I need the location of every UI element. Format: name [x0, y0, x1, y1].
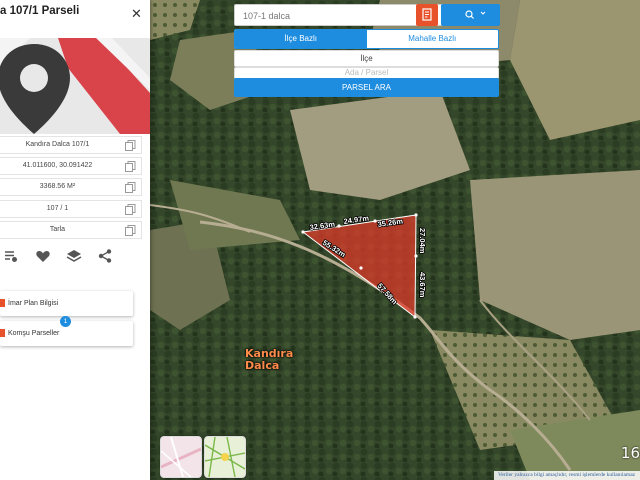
district-select[interactable]: İlçe: [234, 50, 499, 67]
info-area-text: 3368.56 M²: [39, 183, 76, 190]
copy-icon[interactable]: [125, 204, 136, 215]
zoning-plan-info-button[interactable]: İmar Plan Bilgisi: [0, 291, 133, 316]
info-location-text: Kandıra Dalca 107/1: [25, 141, 90, 148]
copy-icon[interactable]: [125, 225, 136, 236]
parcel-banner: [0, 38, 150, 134]
search-mode-tabs: İlçe Bazlı Mahalle Bazlı: [234, 29, 499, 49]
document-icon: [422, 8, 432, 21]
close-icon[interactable]: ✕: [131, 7, 142, 21]
parcel-map-icon: [205, 437, 245, 477]
action-bar: [0, 248, 150, 268]
info-coordinates-text: 41.011600, 30.091422: [22, 162, 93, 169]
info-row-coordinates: 41.011600, 30.091422: [0, 157, 142, 175]
layers-icon[interactable]: [66, 248, 82, 264]
parcel-info-panel: a 107/1 Parseli ✕ Kandıra Dalca 107/1 41…: [0, 0, 150, 480]
neighbor-parcels-button[interactable]: Komşu Parseller 1: [0, 316, 133, 346]
share-icon[interactable]: [97, 248, 113, 264]
place-label: Kandıra Dalca: [245, 348, 293, 372]
copy-icon[interactable]: [125, 182, 136, 193]
info-row-location: Kandıra Dalca 107/1: [0, 136, 142, 154]
copy-icon[interactable]: [125, 161, 136, 172]
info-block-parcel-text: 107 / 1: [46, 205, 69, 212]
tab-district-based[interactable]: İlçe Bazlı: [235, 30, 367, 48]
disclaimer-text: Veriler yalnızca bilgi amaçlıdır, resmi …: [494, 471, 640, 480]
terrain-layer-thumbnail[interactable]: [204, 436, 246, 478]
info-row-land-type: Tarla: [0, 221, 142, 239]
neighbor-count-badge: 1: [60, 316, 71, 327]
location-pin-icon: [0, 38, 150, 134]
parcel-search-button[interactable]: PARSEL ARA: [234, 78, 499, 97]
street-map-icon: [161, 437, 201, 477]
parcel-search-panel: İlçe Bazlı Mahalle Bazlı İlçe Ada / Pars…: [234, 4, 500, 97]
zoning-plan-info-label: İmar Plan Bilgisi: [8, 300, 59, 307]
info-land-type-text: Tarla: [49, 226, 66, 233]
filter-list-icon[interactable]: [3, 248, 19, 264]
edge-label: 43.67m: [418, 272, 427, 298]
search-bar: [234, 4, 500, 27]
info-row-block-parcel: 107 / 1: [0, 200, 142, 218]
tab-neighborhood-based[interactable]: Mahalle Bazlı: [367, 30, 499, 48]
neighbor-parcels-label: Komşu Parseller: [8, 330, 60, 337]
search-icon: [465, 10, 486, 19]
heart-icon[interactable]: [35, 248, 51, 264]
document-icon: [0, 299, 5, 307]
edge-label: 27.04m: [418, 228, 427, 254]
info-row-area: 3368.56 M²: [0, 178, 142, 196]
map-icon: [0, 329, 5, 337]
place-village: Dalca: [245, 359, 280, 372]
copy-icon[interactable]: [125, 140, 136, 151]
search-input[interactable]: [241, 5, 415, 27]
panel-title: a 107/1 Parseli: [0, 5, 80, 17]
street-layer-thumbnail[interactable]: [160, 436, 202, 478]
search-button[interactable]: [441, 4, 500, 26]
report-button[interactable]: [416, 4, 438, 26]
zoom-level: 16: [620, 444, 640, 462]
